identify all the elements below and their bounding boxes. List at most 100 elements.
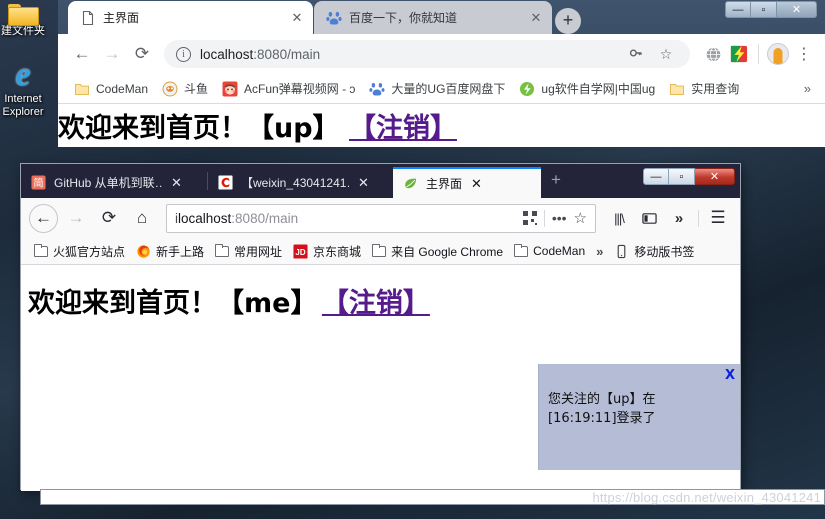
bookmark-label: 火狐官方站点 <box>53 244 126 259</box>
csdn-icon <box>218 175 233 190</box>
minimize-button[interactable]: — <box>643 168 669 185</box>
folder-icon <box>513 243 529 257</box>
bookmark-label: 大量的UG百度网盘下 <box>391 82 506 96</box>
overflow-icon[interactable]: » <box>665 204 693 232</box>
bookmark-label: 新手上路 <box>156 244 205 259</box>
notification-line-2: [16:19:11]登录了 <box>548 411 656 426</box>
bookmark-ug-baidu-pan[interactable]: 大量的UG百度网盘下 <box>363 77 511 100</box>
close-icon[interactable]: ✕ <box>471 176 482 192</box>
bookmark-label: CodeMan <box>96 81 149 96</box>
firefox-toolbar: ← → ⟳ ⌂ i localhost :8080/main ••• ☆ |||… <box>21 198 740 238</box>
toolbar-divider <box>698 209 699 227</box>
globe-extension-icon[interactable] <box>702 43 724 65</box>
close-button[interactable]: ✕ <box>695 168 735 185</box>
maximize-button[interactable]: ▫ <box>669 168 695 185</box>
bookmark-label: 移动版书签 <box>634 244 695 259</box>
close-button[interactable]: ✕ <box>777 1 817 18</box>
bookmark-codeman[interactable]: CodeMan <box>509 242 590 260</box>
acfun-icon <box>222 81 238 97</box>
svg-text:JD: JD <box>295 247 305 256</box>
desktop-icon-label: 建文件夹 <box>1 25 45 37</box>
bookmarks-overflow-button[interactable]: » <box>800 81 815 96</box>
desktop-icon-internet-explorer[interactable]: e Internet Explorer <box>0 58 54 119</box>
bookmark-douyu[interactable]: 斗鱼 <box>156 77 214 100</box>
desktop-icon-new-folder[interactable]: 建文件夹 <box>0 2 54 38</box>
bookmark-common-sites[interactable]: 常用网址 <box>210 241 287 262</box>
close-icon[interactable]: ✕ <box>171 175 182 191</box>
chrome-address-bar[interactable]: i localhost :8080/main ☆ <box>164 40 690 68</box>
douyu-icon <box>162 81 178 97</box>
reload-button[interactable]: ⟳ <box>94 203 124 233</box>
logout-link[interactable]: 【注销】 <box>349 113 457 144</box>
firefox-tab-title: GitHub 从单机到联… <box>54 176 162 190</box>
close-icon[interactable]: ✕ <box>528 10 544 26</box>
firefox-new-tab-button[interactable]: + <box>541 170 571 192</box>
ug-icon <box>519 81 535 97</box>
bookmarks-overflow-button[interactable]: » <box>591 244 608 259</box>
bookmark-star-icon[interactable]: ☆ <box>654 46 678 63</box>
page-title: 欢迎来到首页！【up】 【注销】 <box>58 106 457 145</box>
password-key-icon[interactable] <box>624 46 648 63</box>
hamburger-menu-icon[interactable]: ☰ <box>704 204 732 232</box>
url-path: :8080/main <box>231 210 299 226</box>
back-button[interactable]: ← <box>29 203 58 233</box>
forward-button[interactable]: → <box>61 203 91 233</box>
qr-code-icon[interactable] <box>522 211 537 225</box>
home-button[interactable]: ⌂ <box>127 203 157 233</box>
minimize-button[interactable]: — <box>725 1 751 18</box>
page-actions-icon[interactable]: ••• <box>552 210 567 226</box>
thunder-download-extension-icon[interactable] <box>728 43 750 65</box>
close-icon[interactable]: ✕ <box>289 10 305 26</box>
page-title: 欢迎来到首页！【me】 【注销】 <box>21 265 740 320</box>
firefox-tab-github[interactable]: 简 GitHub 从单机到联… ✕ <box>21 167 207 198</box>
bookmark-star-icon[interactable]: ☆ <box>574 209 587 227</box>
firefox-toolbar-buttons: |||\ » ☰ <box>605 204 732 232</box>
bookmark-firefox-official[interactable]: 火狐官方站点 <box>29 241 130 262</box>
page-title-text: 欢迎来到首页！【me】 <box>28 288 318 319</box>
chrome-new-tab-button[interactable]: + <box>555 8 581 34</box>
folder-icon <box>214 243 230 257</box>
chrome-tab-main[interactable]: 主界面 ✕ <box>68 1 313 34</box>
chrome-tab-strip: 主界面 ✕ 百度一下，你就知道 ✕ + — ▫ ✕ <box>58 0 825 34</box>
maximize-button[interactable]: ▫ <box>751 1 777 18</box>
close-icon[interactable]: X <box>725 368 735 383</box>
back-button[interactable]: ← <box>68 40 96 68</box>
bookmark-jd[interactable]: JD 京东商城 <box>288 241 366 262</box>
firefox-page-content: 欢迎来到首页！【me】 【注销】 X 您关注的【up】在 [16:19:11]登… <box>21 265 740 491</box>
bookmark-acfun[interactable]: AcFun弹幕视频网 - ↄ <box>216 77 361 100</box>
sidebar-icon[interactable] <box>635 204 663 232</box>
folder-icon <box>33 243 48 257</box>
firefox-tab-main[interactable]: 主界面 ✕ <box>393 167 541 198</box>
chrome-menu-icon[interactable]: ⋮ <box>793 43 815 65</box>
chrome-tab-baidu[interactable]: 百度一下，你就知道 ✕ <box>314 1 552 34</box>
bookmark-mobile[interactable]: 移动版书签 <box>609 241 699 262</box>
bookmark-getting-started[interactable]: 新手上路 <box>131 241 209 262</box>
firefox-tab-title: 主界面 <box>426 177 463 191</box>
page-title-text: 欢迎来到首页！【up】 <box>58 113 340 144</box>
avatar[interactable] <box>767 43 789 65</box>
page-icon <box>80 10 96 26</box>
chrome-browser-window[interactable]: 主界面 ✕ 百度一下，你就知道 ✕ + — ▫ ✕ ← → ⟳ i localh… <box>58 0 825 147</box>
bookmark-ug-study[interactable]: ug软件自学网|中国ug <box>513 77 661 100</box>
login-notification-popup[interactable]: X 您关注的【up】在 [16:19:11]登录了 <box>538 364 740 470</box>
site-info-icon[interactable]: i <box>176 46 191 62</box>
url-path: :8080/main <box>253 46 321 62</box>
folder-icon <box>669 81 685 97</box>
bookmark-codeman[interactable]: CodeMan <box>68 78 154 100</box>
chrome-extension-actions: ⋮ <box>702 43 815 65</box>
firefox-address-bar[interactable]: i localhost :8080/main ••• ☆ <box>166 203 596 233</box>
mobile-icon <box>614 244 629 259</box>
bookmark-practical-query[interactable]: 实用查询 <box>663 77 745 100</box>
library-icon[interactable]: |||\ <box>605 204 633 232</box>
logout-link[interactable]: 【注销】 <box>322 288 430 319</box>
folder-icon <box>8 2 39 26</box>
forward-button[interactable]: → <box>98 40 126 68</box>
bookmark-from-google-chrome[interactable]: 来自 Google Chrome <box>367 241 508 262</box>
notification-line-1: 您关注的【up】在 <box>548 392 656 407</box>
close-icon[interactable]: ✕ <box>358 175 369 191</box>
firefox-tab-csdn[interactable]: 【weixin_43041241… ✕ <box>208 167 393 198</box>
chrome-toolbar: ← → ⟳ i localhost :8080/main ☆ ⋮ <box>58 34 825 74</box>
firefox-browser-window[interactable]: 简 GitHub 从单机到联… ✕ 【weixin_43041241… ✕ 主界… <box>20 163 741 491</box>
url-host: localhost <box>200 46 254 62</box>
reload-button[interactable]: ⟳ <box>128 40 156 68</box>
